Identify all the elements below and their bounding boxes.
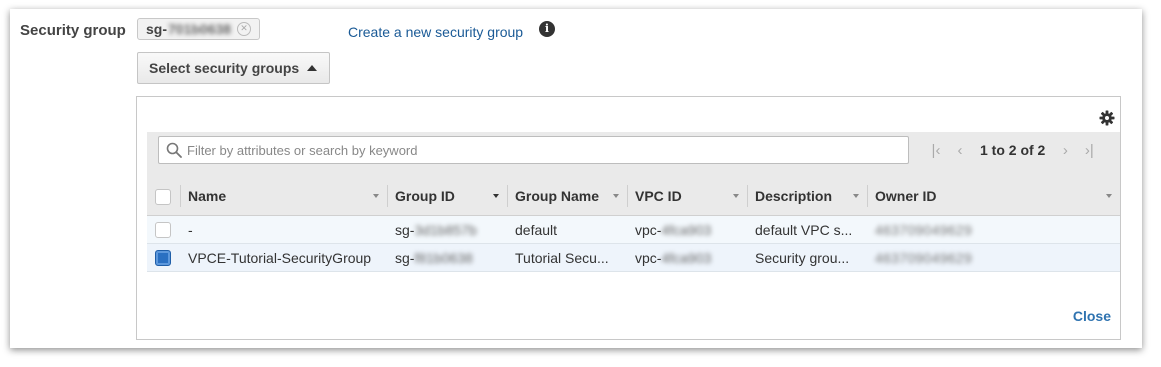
first-page-icon[interactable]: |‹ [924,142,948,159]
page-range: 1 to 2 of 2 [980,142,1046,158]
select-button-label: Select security groups [149,60,300,76]
security-group-panel: Security group sg- 701b0638 ✕ Create a ne… [10,9,1142,348]
token-id: 701b0638 [168,21,232,37]
cell-description: Security grou... [747,243,867,272]
column-label: Group ID [395,188,455,204]
column-label: Owner ID [875,188,937,204]
column-vpc-id[interactable]: VPC ID [627,177,747,216]
search-icon [166,142,182,158]
table-row[interactable]: VPCE-Tutorial-SecurityGroup sg-f81b0638 … [147,243,1120,272]
pagination: |‹ ‹ 1 to 2 of 2 › ›| [924,136,1101,164]
info-icon[interactable]: i [539,21,555,37]
column-label: VPC ID [635,188,682,204]
table-header-row: Name Group ID Group Name VPC ID Descript… [147,177,1120,216]
row-select-cell[interactable] [147,243,180,272]
cell-description: default VPC s... [747,215,867,244]
sort-icon[interactable] [733,194,739,198]
sort-icon[interactable] [493,194,499,198]
column-group-name[interactable]: Group Name [507,177,627,216]
gear-icon[interactable] [1099,110,1115,126]
column-label: Name [188,188,227,204]
column-name[interactable]: Name [180,177,387,216]
search-box[interactable] [158,136,909,164]
security-groups-table: Name Group ID Group Name VPC ID Descript… [147,177,1120,272]
cell-owner-id: 463709049629 [867,215,1120,244]
select-all-header[interactable] [147,177,180,216]
next-page-icon[interactable]: › [1053,142,1077,159]
cell-group-name: Tutorial Secu... [507,243,627,272]
table-toolbar: |‹ ‹ 1 to 2 of 2 › ›| [147,132,1120,178]
sort-icon[interactable] [1106,194,1112,198]
cell-group-id: sg-3d1b857b [387,215,507,244]
cell-owner-id: 463709049629 [867,243,1120,272]
cell-vpc-id: vpc-4fca903 [627,215,747,244]
cell-group-id: sg-f81b0638 [387,243,507,272]
row-checkbox[interactable] [155,222,171,239]
column-description[interactable]: Description [747,177,867,216]
sort-icon[interactable] [373,194,379,198]
selected-security-group-token[interactable]: sg- 701b0638 ✕ [137,18,260,40]
token-prefix: sg- [146,21,167,37]
sort-icon[interactable] [613,194,619,198]
column-label: Description [755,188,833,204]
column-owner-id[interactable]: Owner ID [867,177,1120,216]
row-select-cell[interactable] [147,215,180,244]
sort-icon[interactable] [853,194,859,198]
create-security-group-link[interactable]: Create a new security group [348,24,523,40]
cell-vpc-id: vpc-4fca903 [627,243,747,272]
cell-name: - [180,215,387,244]
column-group-id[interactable]: Group ID [387,177,507,216]
remove-token-icon[interactable]: ✕ [237,22,251,36]
cell-group-name: default [507,215,627,244]
last-page-icon[interactable]: ›| [1077,142,1101,159]
security-group-label: Security group [20,22,126,39]
select-all-checkbox[interactable] [155,188,171,205]
column-label: Group Name [515,188,600,204]
previous-page-icon[interactable]: ‹ [948,142,972,159]
caret-up-icon [307,65,318,71]
security-group-dropdown: |‹ ‹ 1 to 2 of 2 › ›| Name Group ID Grou… [136,96,1121,340]
cell-name: VPCE-Tutorial-SecurityGroup [180,243,387,272]
table-row[interactable]: - sg-3d1b857b default vpc-4fca903 defaul… [147,215,1120,244]
select-security-groups-button[interactable]: Select security groups [137,52,330,84]
row-checkbox[interactable] [155,250,171,267]
close-button[interactable]: Close [1073,308,1111,324]
search-input[interactable] [187,142,887,158]
